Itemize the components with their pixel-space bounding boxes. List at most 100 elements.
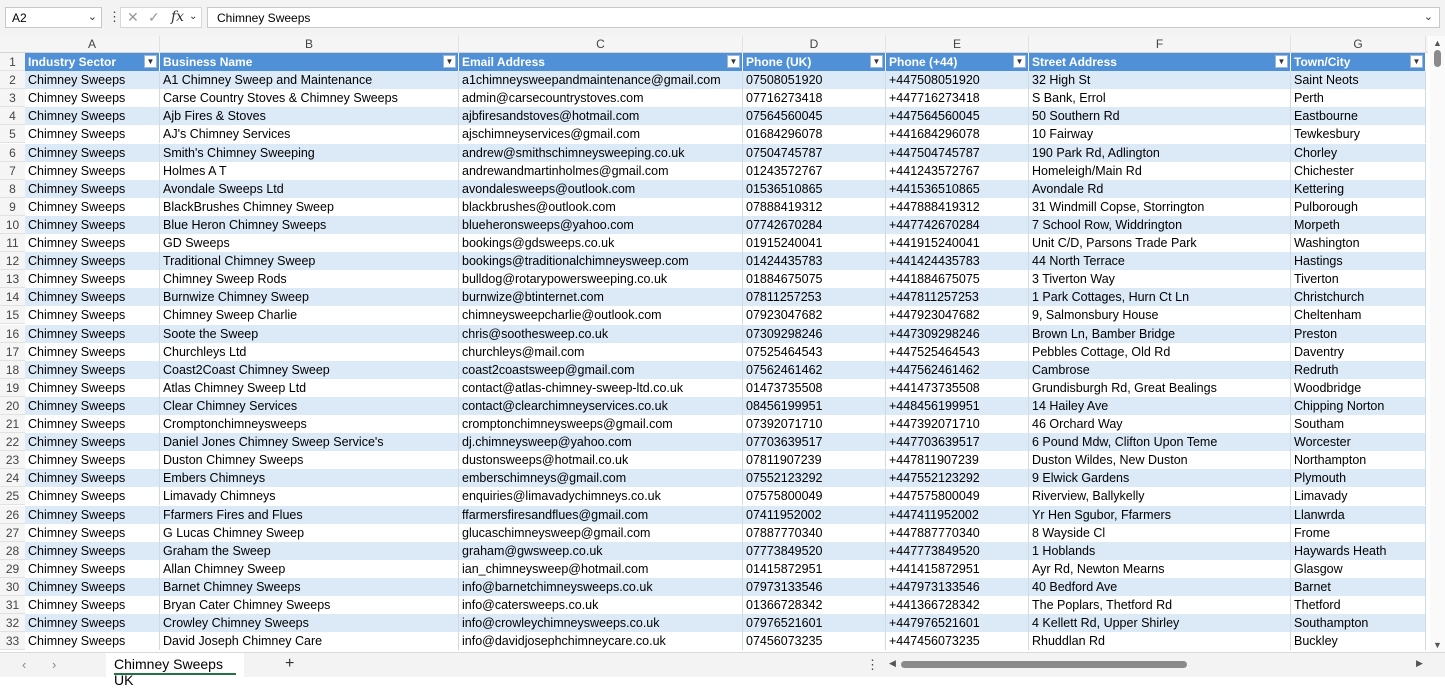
- table-cell[interactable]: Ayr Rd, Newton Mearns: [1029, 560, 1291, 578]
- table-cell[interactable]: Riverview, Ballykelly: [1029, 487, 1291, 505]
- table-cell[interactable]: 01473735508: [743, 379, 886, 397]
- table-cell[interactable]: Tewkesbury: [1291, 125, 1426, 143]
- table-cell[interactable]: Barnet: [1291, 578, 1426, 596]
- table-cell[interactable]: 01684296078: [743, 125, 886, 143]
- table-cell[interactable]: dj.chimneysweep@yahoo.com: [459, 433, 743, 451]
- table-cell[interactable]: 07575800049: [743, 487, 886, 505]
- row-header[interactable]: 11: [0, 234, 25, 252]
- table-cell[interactable]: graham@gwsweep.co.uk: [459, 542, 743, 560]
- column-header-e[interactable]: E: [886, 36, 1029, 53]
- table-cell[interactable]: 08456199951: [743, 397, 886, 415]
- table-cell[interactable]: +447811257253: [886, 288, 1029, 306]
- row-header[interactable]: 13: [0, 270, 25, 288]
- table-cell[interactable]: Hastings: [1291, 252, 1426, 270]
- table-cell[interactable]: 31 Windmill Copse, Storrington: [1029, 198, 1291, 216]
- chevron-down-icon[interactable]: ⌄: [88, 10, 97, 23]
- table-cell[interactable]: +447564560045: [886, 107, 1029, 125]
- row-header[interactable]: 30: [0, 578, 25, 596]
- table-cell[interactable]: 07456073235: [743, 632, 886, 650]
- table-cell[interactable]: churchleys@mail.com: [459, 343, 743, 361]
- table-cell[interactable]: Ajb Fires & Stoves: [160, 107, 459, 125]
- table-cell[interactable]: Graham the Sweep: [160, 542, 459, 560]
- table-cell[interactable]: +447888419312: [886, 198, 1029, 216]
- table-cell[interactable]: Plymouth: [1291, 469, 1426, 487]
- row-header[interactable]: 15: [0, 306, 25, 324]
- cancel-icon[interactable]: ✕: [127, 9, 139, 26]
- table-cell[interactable]: A1 Chimney Sweep and Maintenance: [160, 71, 459, 89]
- table-cell[interactable]: +441536510865: [886, 180, 1029, 198]
- table-cell[interactable]: Morpeth: [1291, 216, 1426, 234]
- row-header[interactable]: 20: [0, 397, 25, 415]
- table-cell[interactable]: Chimney Sweeps: [25, 180, 160, 198]
- table-cell[interactable]: Worcester: [1291, 433, 1426, 451]
- table-cell[interactable]: +447716273418: [886, 89, 1029, 107]
- table-cell[interactable]: Daniel Jones Chimney Sweep Service's: [160, 433, 459, 451]
- table-cell[interactable]: G Lucas Chimney Sweep: [160, 524, 459, 542]
- table-cell[interactable]: 01415872951: [743, 560, 886, 578]
- row-header[interactable]: 18: [0, 361, 25, 379]
- table-cell[interactable]: +447973133546: [886, 578, 1029, 596]
- table-cell[interactable]: Chimney Sweeps: [25, 524, 160, 542]
- table-cell[interactable]: Chimney Sweeps: [25, 343, 160, 361]
- scroll-down-icon[interactable]: ▼: [1433, 640, 1442, 650]
- table-cell[interactable]: coast2coastsweep@gmail.com: [459, 361, 743, 379]
- table-cell[interactable]: Grundisburgh Rd, Great Bealings: [1029, 379, 1291, 397]
- table-cell[interactable]: Frome: [1291, 524, 1426, 542]
- table-cell[interactable]: Chimney Sweeps: [25, 415, 160, 433]
- column-header-d[interactable]: D: [743, 36, 886, 53]
- table-cell[interactable]: Chimney Sweeps: [25, 379, 160, 397]
- table-cell[interactable]: info@catersweeps.co.uk: [459, 596, 743, 614]
- table-cell[interactable]: Southampton: [1291, 614, 1426, 632]
- column-header-c[interactable]: C: [459, 36, 743, 53]
- table-cell[interactable]: bookings@gdsweeps.co.uk: [459, 234, 743, 252]
- table-cell[interactable]: Soote the Sweep: [160, 325, 459, 343]
- table-cell[interactable]: Buckley: [1291, 632, 1426, 650]
- table-cell[interactable]: Homeleigh/Main Rd: [1029, 162, 1291, 180]
- table-cell[interactable]: admin@carsecountrystoves.com: [459, 89, 743, 107]
- table-cell[interactable]: The Poplars, Thetford Rd: [1029, 596, 1291, 614]
- row-header[interactable]: 28: [0, 542, 25, 560]
- table-cell[interactable]: Limavady Chimneys: [160, 487, 459, 505]
- table-cell[interactable]: Northampton: [1291, 451, 1426, 469]
- scroll-left-icon[interactable]: ◀: [889, 658, 896, 669]
- table-cell[interactable]: Chipping Norton: [1291, 397, 1426, 415]
- table-cell[interactable]: Burnwize Chimney Sweep: [160, 288, 459, 306]
- table-cell[interactable]: Tiverton: [1291, 270, 1426, 288]
- table-cell[interactable]: Chimney Sweeps: [25, 506, 160, 524]
- table-cell[interactable]: +441684296078: [886, 125, 1029, 143]
- table-cell[interactable]: dustonsweeps@hotmail.co.uk: [459, 451, 743, 469]
- table-cell[interactable]: AJ's Chimney Services: [160, 125, 459, 143]
- table-cell[interactable]: Chimney Sweeps: [25, 216, 160, 234]
- table-cell[interactable]: Duston Chimney Sweeps: [160, 451, 459, 469]
- table-cell[interactable]: 07773849520: [743, 542, 886, 560]
- row-header[interactable]: 1: [0, 53, 25, 71]
- table-cell[interactable]: Chimney Sweeps: [25, 162, 160, 180]
- table-cell[interactable]: +448456199951: [886, 397, 1029, 415]
- table-cell[interactable]: Allan Chimney Sweep: [160, 560, 459, 578]
- table-cell[interactable]: BlackBrushes Chimney Sweep: [160, 198, 459, 216]
- formula-input[interactable]: Chimney Sweeps ⌄: [207, 7, 1440, 28]
- table-cell[interactable]: 07716273418: [743, 89, 886, 107]
- row-header[interactable]: 4: [0, 107, 25, 125]
- table-cell[interactable]: Chimney Sweeps: [25, 252, 160, 270]
- table-cell[interactable]: Chimney Sweeps: [25, 451, 160, 469]
- table-cell[interactable]: +447976521601: [886, 614, 1029, 632]
- row-header[interactable]: 7: [0, 162, 25, 180]
- table-cell[interactable]: 07504745787: [743, 144, 886, 162]
- table-cell[interactable]: Clear Chimney Services: [160, 397, 459, 415]
- row-header[interactable]: 31: [0, 596, 25, 614]
- table-cell[interactable]: glucaschimneysweep@gmail.com: [459, 524, 743, 542]
- table-cell[interactable]: +441915240041: [886, 234, 1029, 252]
- table-cell[interactable]: info@crowleychimneysweeps.co.uk: [459, 614, 743, 632]
- table-cell[interactable]: 32 High St: [1029, 71, 1291, 89]
- table-cell[interactable]: 01366728342: [743, 596, 886, 614]
- table-cell[interactable]: 190 Park Rd, Adlington: [1029, 144, 1291, 162]
- table-cell[interactable]: +447703639517: [886, 433, 1029, 451]
- table-cell[interactable]: Chimney Sweeps: [25, 306, 160, 324]
- table-cell[interactable]: 4 Kellett Rd, Upper Shirley: [1029, 614, 1291, 632]
- table-cell[interactable]: 9, Salmonsbury House: [1029, 306, 1291, 324]
- table-cell[interactable]: 10 Fairway: [1029, 125, 1291, 143]
- table-cell[interactable]: 07976521601: [743, 614, 886, 632]
- table-cell[interactable]: Saint Neots: [1291, 71, 1426, 89]
- row-header[interactable]: 23: [0, 451, 25, 469]
